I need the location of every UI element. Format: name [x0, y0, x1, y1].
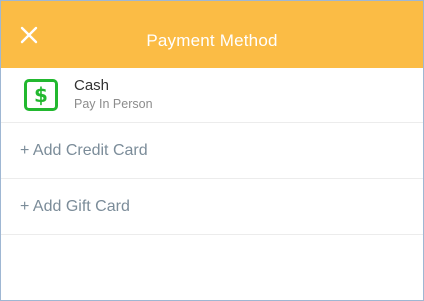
add-credit-card-link[interactable]: + Add Credit Card — [20, 142, 148, 160]
payment-option-name: Cash — [74, 77, 110, 94]
header-bar: Payment Method — [1, 1, 423, 68]
payment-option-cash[interactable]: $ Cash Pay In Person — [1, 68, 423, 123]
payment-option-subtitle: Pay In Person — [74, 97, 153, 111]
dollar-bill-icon: $ — [24, 79, 58, 111]
payment-method-screen: Payment Method $ Cash Pay In Person + Ad… — [0, 0, 424, 301]
add-gift-card-link[interactable]: + Add Gift Card — [20, 198, 130, 216]
add-gift-card-row[interactable]: + Add Gift Card — [1, 179, 423, 235]
add-credit-card-row[interactable]: + Add Credit Card — [1, 123, 423, 179]
page-title: Payment Method — [146, 31, 278, 50]
